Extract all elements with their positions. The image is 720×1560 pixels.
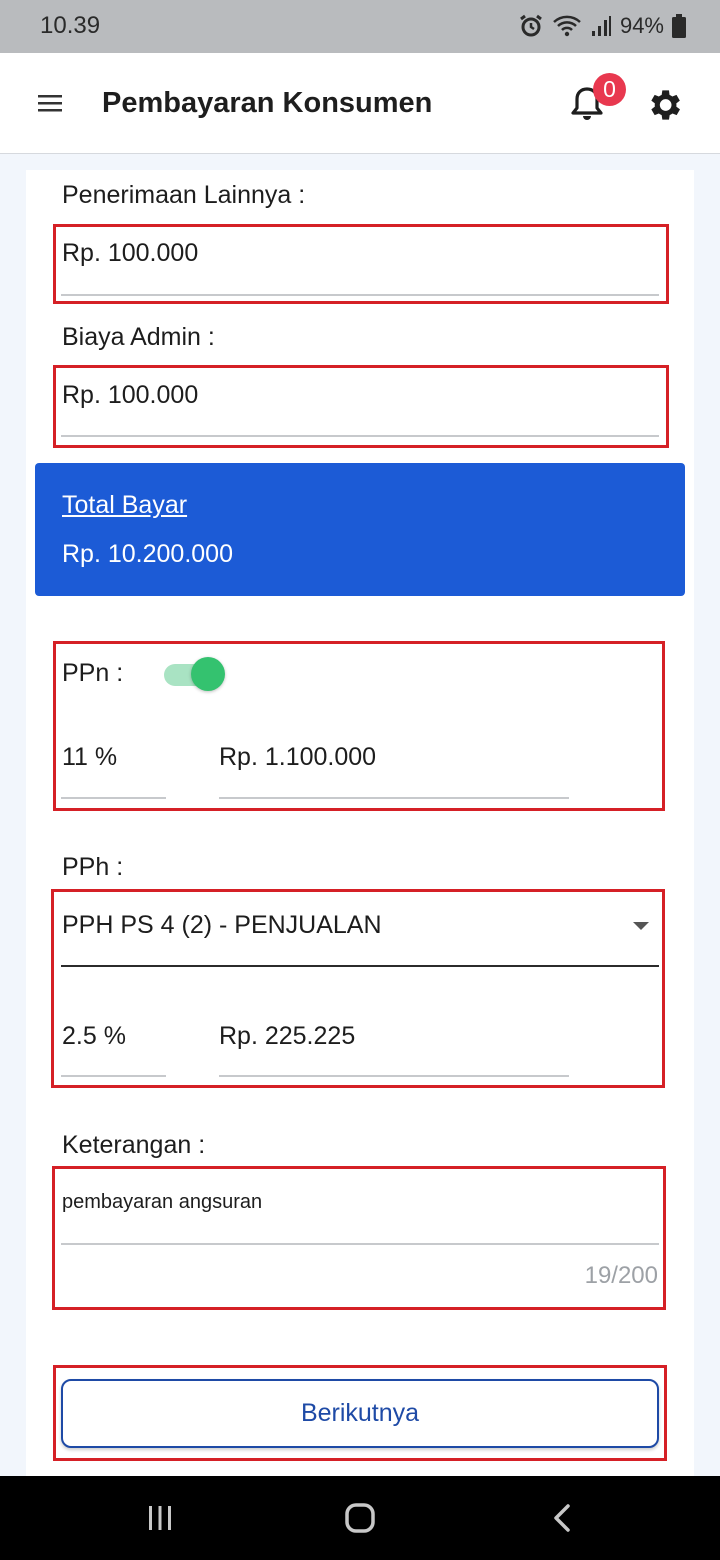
- battery-icon: [672, 14, 686, 38]
- total-bayar-label[interactable]: Total Bayar: [62, 491, 187, 520]
- biaya-admin-input[interactable]: Rp. 100.000: [62, 381, 198, 410]
- home-icon[interactable]: [340, 1500, 380, 1536]
- pph-rate-underline: [61, 1075, 166, 1077]
- keterangan-textarea[interactable]: pembayaran angsuran: [62, 1191, 262, 1214]
- pph-select-underline: [61, 965, 659, 967]
- recent-apps-icon[interactable]: [140, 1500, 180, 1536]
- settings-gear-icon[interactable]: [644, 85, 684, 125]
- ppn-toggle[interactable]: [164, 657, 226, 691]
- page-title: Pembayaran Konsumen: [102, 87, 433, 119]
- keterangan-highlight: [52, 1166, 666, 1310]
- ppn-label: PPn :: [62, 659, 124, 687]
- ppn-rate-input[interactable]: 11 %: [62, 743, 117, 772]
- status-icons: 94%: [518, 10, 686, 42]
- penerimaan-lainnya-label: Penerimaan Lainnya :: [62, 181, 306, 209]
- pph-amount-input[interactable]: Rp. 225.225: [219, 1022, 355, 1051]
- pph-label: PPh :: [62, 853, 124, 881]
- penerimaan-lainnya-underline: [61, 294, 659, 296]
- alarm-icon: [518, 13, 544, 39]
- next-button[interactable]: Berikutnya: [61, 1379, 659, 1448]
- keterangan-label: Keterangan :: [62, 1131, 206, 1159]
- notification-badge: 0: [593, 73, 626, 106]
- ppn-amount-underline: [219, 797, 569, 799]
- ppn-highlight: [53, 641, 665, 811]
- pph-rate-input[interactable]: 2.5 %: [62, 1022, 126, 1051]
- status-bar: 10.39 94%: [0, 0, 720, 53]
- back-icon[interactable]: [542, 1500, 582, 1536]
- pph-select[interactable]: PPH PS 4 (2) - PENJUALAN: [62, 911, 382, 940]
- ppn-toggle-knob: [191, 657, 225, 691]
- menu-icon[interactable]: [28, 85, 72, 121]
- wifi-icon: [552, 14, 582, 38]
- signal-icon: [590, 15, 612, 37]
- keterangan-char-counter: 19/200: [584, 1262, 658, 1289]
- total-bayar-value: Rp. 10.200.000: [62, 540, 233, 568]
- biaya-admin-underline: [61, 435, 659, 437]
- battery-text: 94%: [619, 13, 664, 38]
- system-nav-bar: [0, 1476, 720, 1560]
- dropdown-arrow-icon[interactable]: [633, 922, 649, 930]
- ppn-rate-underline: [61, 797, 166, 799]
- biaya-admin-label: Biaya Admin :: [62, 323, 215, 351]
- penerimaan-lainnya-input[interactable]: Rp. 100.000: [62, 239, 198, 268]
- ppn-amount-input[interactable]: Rp. 1.100.000: [219, 743, 376, 772]
- keterangan-underline: [61, 1243, 659, 1245]
- app-bar: Pembayaran Konsumen 0: [0, 53, 720, 154]
- status-time: 10.39: [40, 12, 101, 39]
- pph-amount-underline: [219, 1075, 569, 1077]
- total-bayar-card: Total Bayar Rp. 10.200.000: [35, 463, 685, 596]
